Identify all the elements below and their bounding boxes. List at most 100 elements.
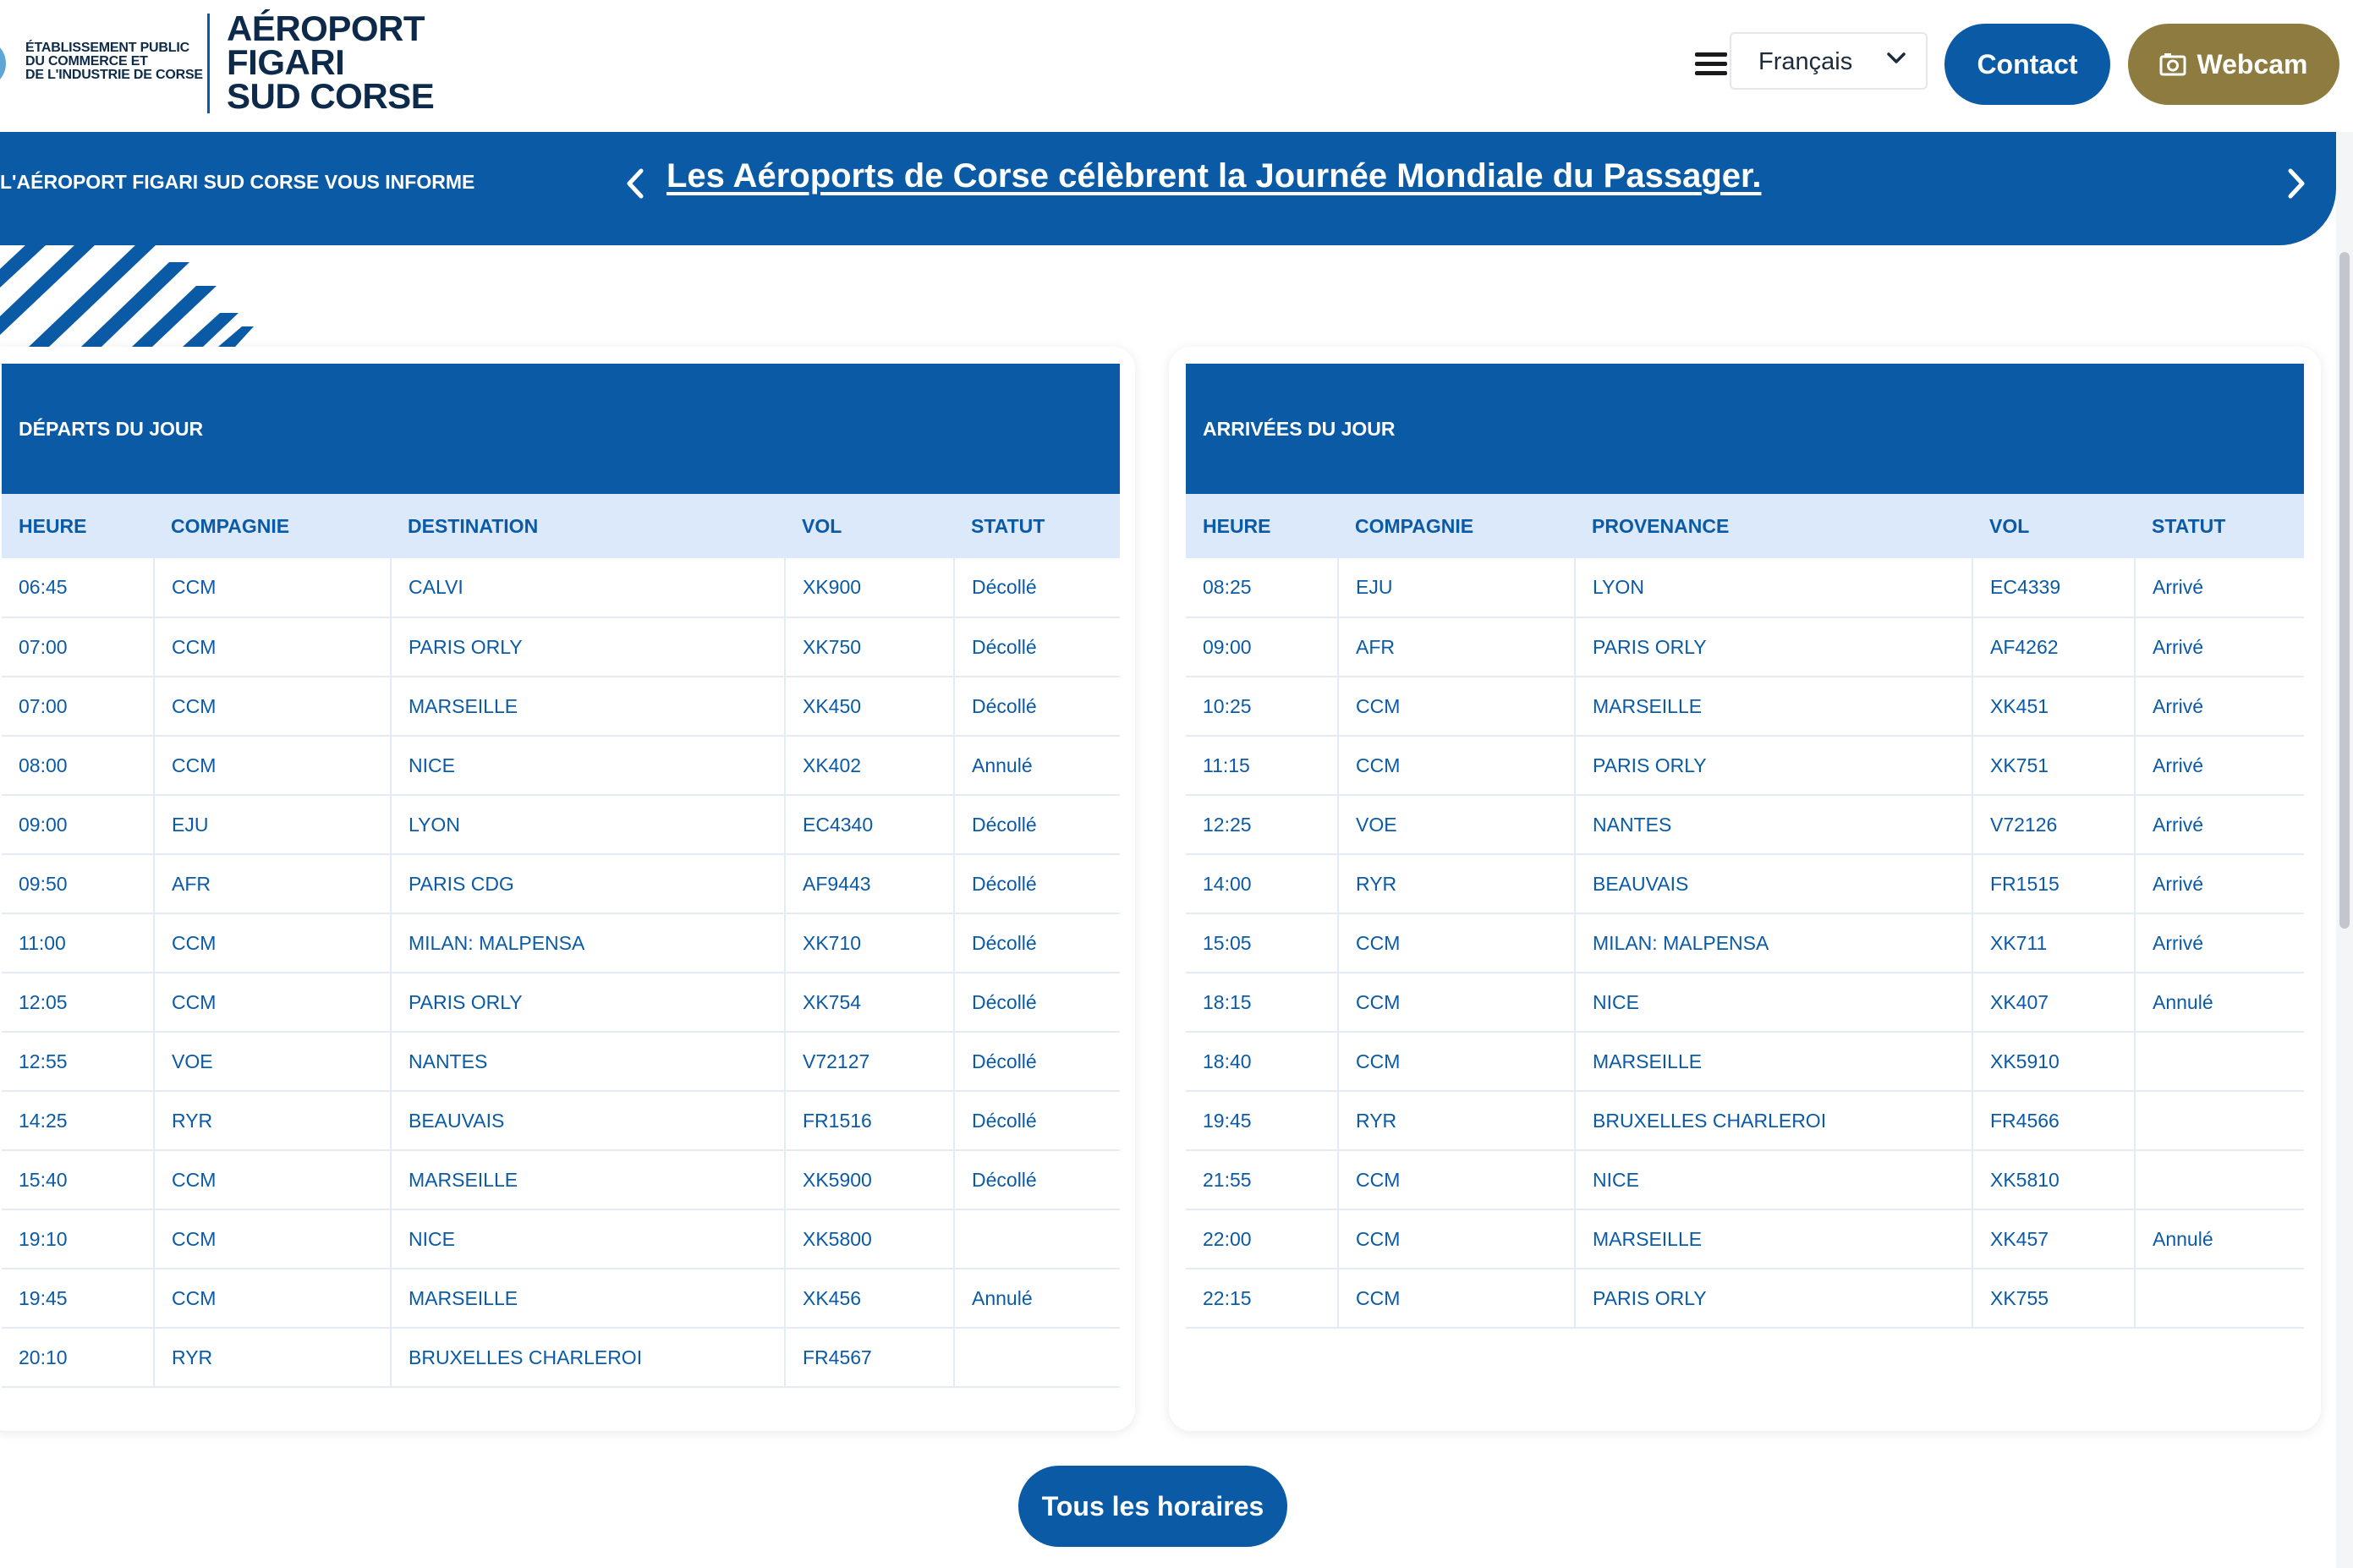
cell-heure: 12:05 [2, 973, 155, 1032]
flight-row: 10:25 CCM MARSEILLE XK451 Arrivé [1186, 677, 2304, 736]
cell-compagnie: RYR [154, 1091, 392, 1150]
col-statut: STATUT [2152, 514, 2226, 537]
cell-heure: 09:00 [1186, 617, 1339, 677]
cell-vol: XK5810 [1972, 1150, 2136, 1209]
cell-route: NICE [391, 736, 786, 795]
cell-statut: Arrivé [2153, 694, 2204, 717]
chevron-right-icon[interactable] [2284, 162, 2309, 205]
cell-vol: XK5910 [1972, 1032, 2136, 1091]
cell-vol: FR1516 [785, 1091, 955, 1150]
cell-compagnie: CCM [154, 677, 392, 736]
flight-row: 07:00 CCM MARSEILLE XK450 Décollé [2, 677, 1120, 736]
col-provenance: PROVENANCE [1592, 514, 1730, 537]
cell-heure: 20:10 [2, 1328, 155, 1387]
cell-route: NANTES [391, 1032, 786, 1091]
cell-vol: XK5900 [785, 1150, 955, 1209]
cell-route: PARIS ORLY [1575, 736, 1973, 795]
flight-row: 14:00 RYR BEAUVAIS FR1515 Arrivé [1186, 854, 2304, 913]
cell-heure: 15:05 [1186, 913, 1339, 973]
arrivals-rows: 08:25 EJU LYON EC4339 Arrivé 09:00 AFR PARIS OR… [1186, 558, 2304, 1328]
cell-statut [2135, 1150, 2304, 1209]
cell-statut: Décollé [972, 990, 1037, 1013]
cci-line-1: Établissement public [25, 41, 189, 55]
cell-compagnie: CCM [154, 736, 392, 795]
cell-statut: Arrivé [2153, 754, 2204, 776]
brand-line-2: FIGARI [227, 42, 345, 82]
flight-row: 21:55 CCM NICE XK5810 [1186, 1150, 2304, 1209]
flight-row: 07:00 CCM PARIS ORLY XK750 Décollé [2, 617, 1120, 677]
cell-compagnie: CCM [154, 913, 392, 973]
news-banner: L'AÉROPORT FIGARI SUD CORSE VOUS INFORME… [0, 132, 2336, 245]
cell-compagnie: CCM [1338, 1150, 1576, 1209]
cell-heure: 10:25 [1186, 677, 1339, 736]
cell-vol: XK754 [785, 973, 955, 1032]
cell-statut [2135, 1269, 2304, 1328]
news-label: L'AÉROPORT FIGARI SUD CORSE VOUS INFORME [0, 171, 475, 193]
cci-logo-icon [0, 47, 6, 79]
chevron-left-icon[interactable] [623, 162, 648, 205]
cell-compagnie: CCM [154, 1150, 392, 1209]
flight-row: 22:15 CCM PARIS ORLY XK755 [1186, 1269, 2304, 1328]
arrivals-table: HEURE COMPAGNIE PROVENANCE VOL STATUT 08… [1186, 494, 2304, 1329]
col-destination: DESTINATION [408, 514, 539, 537]
cell-heure: 09:50 [2, 854, 155, 913]
departures-board: Départs du jour HEURE COMPAGNIE DESTINAT… [2, 364, 1120, 1388]
cell-statut: Annulé [972, 754, 1033, 776]
page-scrollbar[interactable] [2336, 132, 2353, 1568]
cell-vol: XK711 [1972, 913, 2136, 973]
flight-row: 15:05 CCM MILAN: MALPENSA XK711 Arrivé [1186, 913, 2304, 973]
news-headline-link[interactable]: Les Aéroports de Corse célèbrent la Jour… [666, 157, 1762, 195]
airport-logo[interactable]: AÉROPORT FIGARI SUD CORSE [227, 11, 435, 114]
cell-compagnie: CCM [154, 1209, 392, 1269]
departures-card: Départs du jour HEURE COMPAGNIE DESTINAT… [0, 347, 1135, 1431]
cci-logo-text[interactable]: Établissement public du commerce et de l… [25, 41, 203, 82]
cell-route: PARIS ORLY [391, 617, 786, 677]
cell-vol: AF9443 [785, 854, 955, 913]
cell-vol: XK402 [785, 736, 955, 795]
cci-line-2: du commerce et [25, 54, 148, 69]
cell-compagnie: CCM [1338, 1209, 1576, 1269]
camera-icon [2159, 53, 2186, 76]
cell-route: MARSEILLE [1575, 1032, 1973, 1091]
cell-compagnie: CCM [154, 558, 392, 617]
flight-row: 08:00 CCM NICE XK402 Annulé [2, 736, 1120, 795]
cell-statut: Décollé [972, 1168, 1037, 1191]
cell-heure: 08:00 [2, 736, 155, 795]
cell-vol: AF4262 [1972, 617, 2136, 677]
cell-heure: 21:55 [1186, 1150, 1339, 1209]
cell-route: NANTES [1575, 795, 1973, 854]
cell-route: MARSEILLE [1575, 677, 1973, 736]
cell-vol: FR4567 [785, 1328, 955, 1387]
cell-statut: Décollé [972, 576, 1037, 598]
cell-compagnie: AFR [154, 854, 392, 913]
cell-heure: 22:00 [1186, 1209, 1339, 1269]
menu-icon[interactable] [1695, 52, 1727, 76]
webcam-button[interactable]: Webcam [2128, 24, 2339, 105]
cell-vol: XK456 [785, 1269, 955, 1328]
flight-row: 19:45 RYR BRUXELLES CHARLEROI FR4566 [1186, 1091, 2304, 1150]
col-compagnie: COMPAGNIE [171, 514, 290, 537]
cell-heure: 09:00 [2, 795, 155, 854]
cell-compagnie: CCM [1338, 677, 1576, 736]
all-schedules-button[interactable]: Tous les horaires [1018, 1466, 1287, 1547]
cell-vol: XK407 [1972, 973, 2136, 1032]
cell-compagnie: CCM [154, 617, 392, 677]
cell-route: PARIS CDG [391, 854, 786, 913]
scrollbar-thumb[interactable] [2339, 252, 2350, 929]
cell-statut [954, 1209, 1120, 1269]
cell-route: BRUXELLES CHARLEROI [391, 1328, 786, 1387]
cell-heure: 07:00 [2, 677, 155, 736]
cell-heure: 06:45 [2, 558, 155, 617]
cell-vol: V72126 [1972, 795, 2136, 854]
cci-line-3: de l'industrie de Corse [25, 68, 203, 82]
cell-heure: 19:10 [2, 1209, 155, 1269]
cell-route: LYON [391, 795, 786, 854]
contact-button[interactable]: Contact [1944, 24, 2110, 105]
cell-compagnie: CCM [1338, 973, 1576, 1032]
cell-vol: XK750 [785, 617, 955, 677]
cell-heure: 07:00 [2, 617, 155, 677]
cell-statut: Décollé [972, 872, 1037, 895]
flight-row: 18:40 CCM MARSEILLE XK5910 [1186, 1032, 2304, 1091]
language-select[interactable]: Français [1730, 32, 1928, 90]
cell-route: MILAN: MALPENSA [1575, 913, 1973, 973]
